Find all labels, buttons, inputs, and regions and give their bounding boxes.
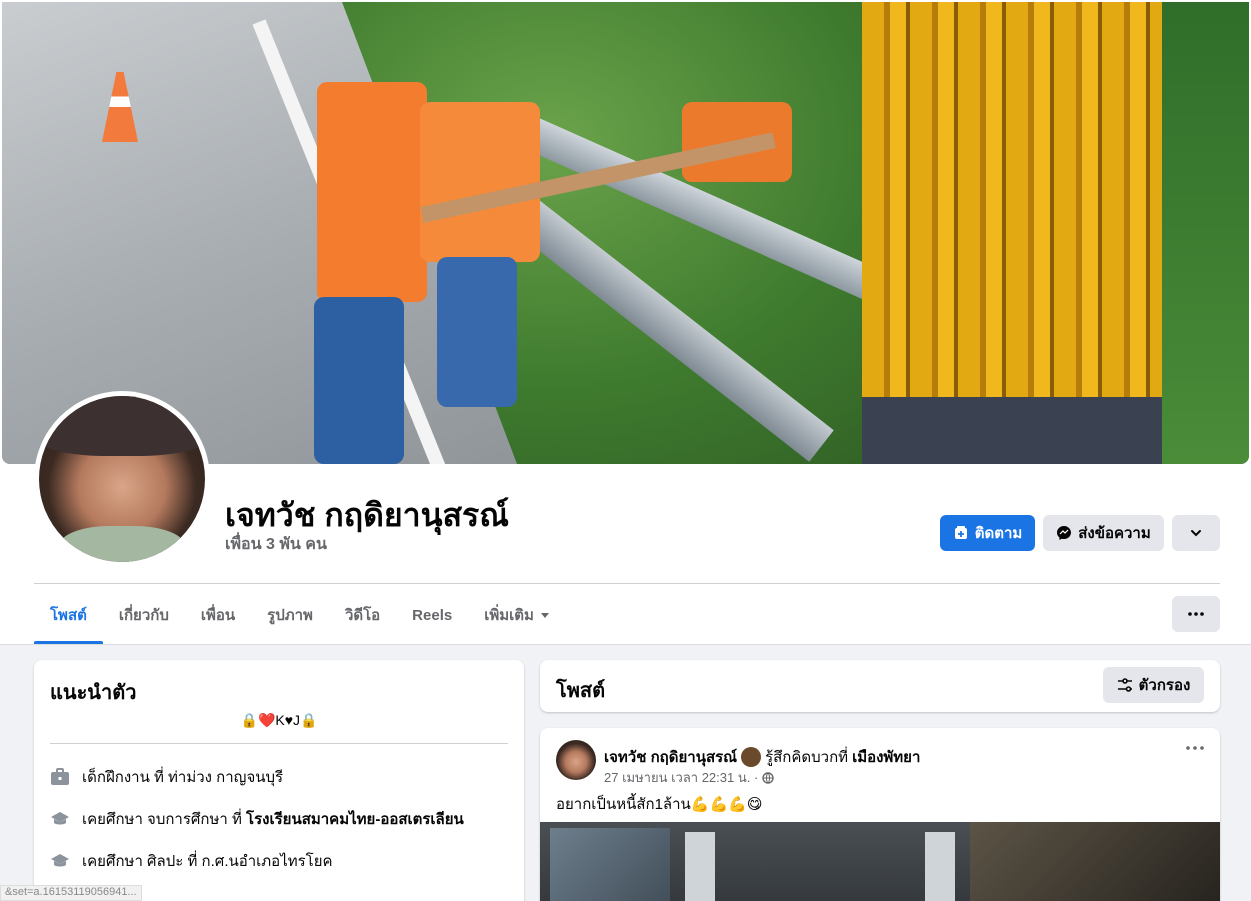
intro-school-link[interactable]: โรงเรียนสมาคมไทย-ออสเตรเลียน (246, 811, 464, 828)
filter-label: ตัวกรอง (1138, 677, 1191, 694)
intro-education-item: เคยศึกษา ศิลปะ ที่ ก.ศ.นอำเภอไทรโยค (50, 849, 333, 873)
message-label: ส่งข้อความ (1078, 525, 1151, 542)
intro-education-item: เคยศึกษา จบการศึกษา ที่ โรงเรียนสมาคมไทย… (50, 807, 464, 831)
posts-title: โพสต์ (556, 680, 606, 702)
cover-worker-legs (314, 297, 404, 464)
cover-worker (420, 102, 540, 262)
caret-down-icon (540, 612, 550, 620)
tab-label: เกี่ยวกับ (118, 607, 169, 624)
post-image[interactable] (540, 822, 1220, 901)
ellipsis-icon (1186, 746, 1204, 750)
tabs-more-options-button[interactable] (1172, 596, 1220, 632)
post-card: เจทวัช กฤดิยานุสรณ์ รู้สึกคิดบวกที่ เมือ… (540, 728, 1220, 901)
avatar-hat (39, 396, 205, 456)
posts-header-card: โพสต์ ตัวกรอง (540, 660, 1220, 712)
post-image-pillar (925, 832, 955, 901)
cover-photo[interactable] (2, 2, 1249, 464)
follow-button[interactable]: ติดตาม (940, 515, 1035, 551)
tab-reels[interactable]: Reels (396, 596, 468, 644)
ellipsis-icon (1188, 612, 1204, 616)
post-place-link[interactable]: เมืองพัทยา (852, 745, 920, 769)
intro-education-prefix: เคยศึกษา จบการศึกษา ที่ (82, 811, 247, 828)
profile-avatar[interactable] (34, 391, 210, 567)
post-options-button[interactable] (1186, 746, 1204, 750)
post-author-name[interactable]: เจทวัช กฤดิยานุสรณ์ (604, 745, 737, 769)
tab-label: เพื่อน (200, 607, 236, 624)
tab-more[interactable]: เพิ่มเติม (468, 596, 566, 644)
post-header: เจทวัช กฤดิยานุสรณ์ รู้สึกคิดบวกที่ เมือ… (604, 745, 920, 769)
add-friend-icon (953, 525, 969, 541)
briefcase-icon (50, 767, 70, 787)
tab-label: เพิ่มเติม (484, 607, 534, 624)
intro-education-text: เคยศึกษา จบการศึกษา ที่ โรงเรียนสมาคมไทย… (82, 807, 464, 831)
intro-work-item: เด็กฝึกงาน ที่ ท่าม่วง กาญจนบุรี (50, 765, 283, 789)
intro-divider (50, 743, 508, 744)
header-divider (34, 583, 1220, 584)
cover-worker-legs (437, 257, 517, 407)
intro-work-text: เด็กฝึกงาน ที่ ท่าม่วง กาญจนบุรี (82, 769, 284, 786)
tab-videos[interactable]: วิดีโอ (329, 596, 396, 644)
tab-photos[interactable]: รูปภาพ (251, 596, 329, 644)
post-image-shadow (970, 822, 1220, 901)
post-author-avatar[interactable] (556, 740, 596, 780)
post-image-pillar (685, 832, 715, 901)
intro-bio: 🔒❤️K♥J🔒 (240, 712, 318, 728)
cover-trees (1162, 2, 1249, 464)
feeling-emoji-icon (741, 747, 762, 767)
tab-label: โพสต์ (50, 607, 87, 624)
cover-machine (862, 2, 1162, 464)
tab-label: รูปภาพ (267, 607, 313, 624)
browser-status-url: &set=a.16153119056941... (0, 885, 142, 901)
post-text: อยากเป็นหนี้สัก1ล้าน💪💪💪😋 (556, 796, 763, 813)
post-meta: 27 เมษายน เวลา 22:31 น. · (604, 767, 774, 788)
filter-button[interactable]: ตัวกรอง (1103, 667, 1204, 703)
messenger-icon (1056, 525, 1072, 541)
post-timestamp[interactable]: 27 เมษายน เวลา 22:31 น. · (604, 767, 758, 788)
graduation-cap-icon (50, 809, 70, 829)
message-button[interactable]: ส่งข้อความ (1043, 515, 1164, 551)
profile-tabs: โพสต์ เกี่ยวกับ เพื่อน รูปภาพ วิดีโอ Ree… (34, 596, 566, 644)
tab-label: Reels (412, 607, 453, 624)
chevron-down-icon (1189, 526, 1203, 540)
intro-title: แนะนำตัว (50, 682, 137, 704)
tab-friends[interactable]: เพื่อน (185, 596, 251, 644)
post-feeling: รู้สึกคิดบวกที่ (765, 749, 849, 766)
profile-avatar-image (39, 396, 205, 562)
follow-label: ติดตาม (974, 525, 1023, 542)
cover-worker (317, 82, 427, 302)
tab-about[interactable]: เกี่ยวกับ (103, 596, 185, 644)
intro-card: แนะนำตัว 🔒❤️K♥J🔒 เด็กฝึกงาน ที่ ท่าม่วง … (34, 660, 524, 901)
tab-posts[interactable]: โพสต์ (34, 596, 103, 644)
filter-icon (1117, 678, 1133, 692)
friends-count[interactable]: เพื่อน 3 พัน คน (225, 532, 327, 557)
profile-more-button[interactable] (1172, 515, 1220, 551)
globe-icon (762, 771, 774, 784)
tab-label: วิดีโอ (344, 607, 381, 624)
intro-education-text: เคยศึกษา ศิลปะ ที่ ก.ศ.นอำเภอไทรโยค (82, 853, 333, 870)
cover-machine-base (862, 397, 1192, 464)
graduation-cap-icon (50, 851, 70, 871)
avatar-shirt (59, 526, 185, 562)
post-image-window (550, 828, 670, 901)
